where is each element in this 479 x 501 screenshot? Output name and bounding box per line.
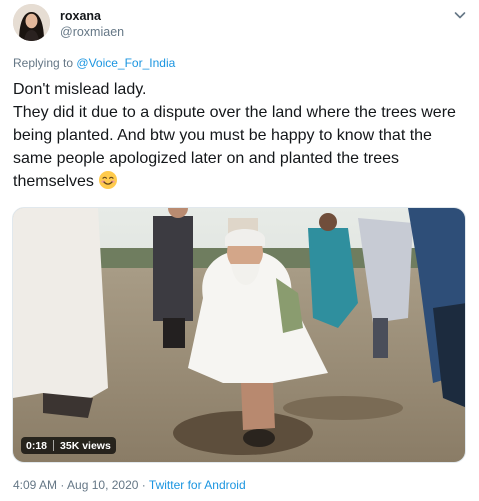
video-view-count: 35K views [60, 439, 111, 452]
avatar[interactable] [13, 4, 50, 41]
tweet-text: Don't mislead lady. They did it due to a… [13, 78, 473, 193]
video-thumbnail [13, 208, 465, 462]
author-name[interactable]: roxana [60, 9, 101, 23]
avatar-image [13, 4, 50, 41]
replying-prefix: Replying to [13, 56, 74, 70]
video-duration: 0:18 [26, 439, 48, 452]
tweet-time[interactable]: 4:09 AM [13, 478, 57, 492]
meta-separator: · [60, 478, 65, 492]
tweet-card: roxana @roxmiaen Replying to @Voice_For_… [0, 0, 479, 501]
meta-separator: · [141, 478, 146, 492]
video-info-badge: 0:18 35K views [21, 437, 116, 454]
author-handle[interactable]: @roxmiaen [60, 25, 124, 39]
replying-to: Replying to @Voice_For_India [13, 56, 175, 70]
chevron-down-icon[interactable] [452, 7, 468, 23]
tweet-metadata: 4:09 AM · Aug 10, 2020 · Twitter for And… [13, 478, 246, 492]
tweet-source-link[interactable]: Twitter for Android [149, 478, 246, 492]
video-player[interactable] [12, 207, 466, 463]
smiling-face-emoji-icon [98, 170, 118, 190]
reply-mention-link[interactable]: @Voice_For_India [76, 56, 175, 70]
tweet-text-content: Don't mislead lady. They did it due to a… [13, 81, 456, 190]
badge-divider [53, 440, 55, 451]
tweet-date[interactable]: Aug 10, 2020 [67, 478, 138, 492]
